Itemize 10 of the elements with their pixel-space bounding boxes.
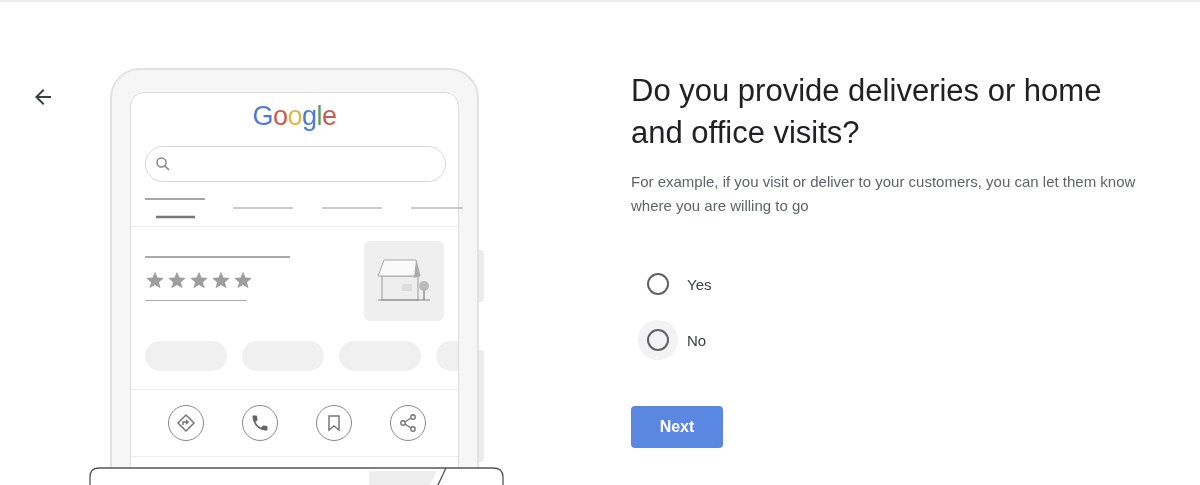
google-logo: Google — [252, 100, 337, 133]
option-label: No — [687, 331, 707, 349]
question-title: Do you provide deliveries or home and office visits? — [631, 72, 1103, 152]
option-label: Yes — [687, 275, 712, 293]
search-icon — [154, 155, 172, 173]
radio-button[interactable] — [647, 273, 669, 295]
radio-button[interactable] — [647, 329, 669, 351]
question-description: For example, if you visit or deliver to your customers, you can let them know where you are willing to go — [631, 172, 1137, 216]
next-button[interactable]: Next — [631, 406, 723, 448]
placeholder-chip — [436, 341, 458, 371]
